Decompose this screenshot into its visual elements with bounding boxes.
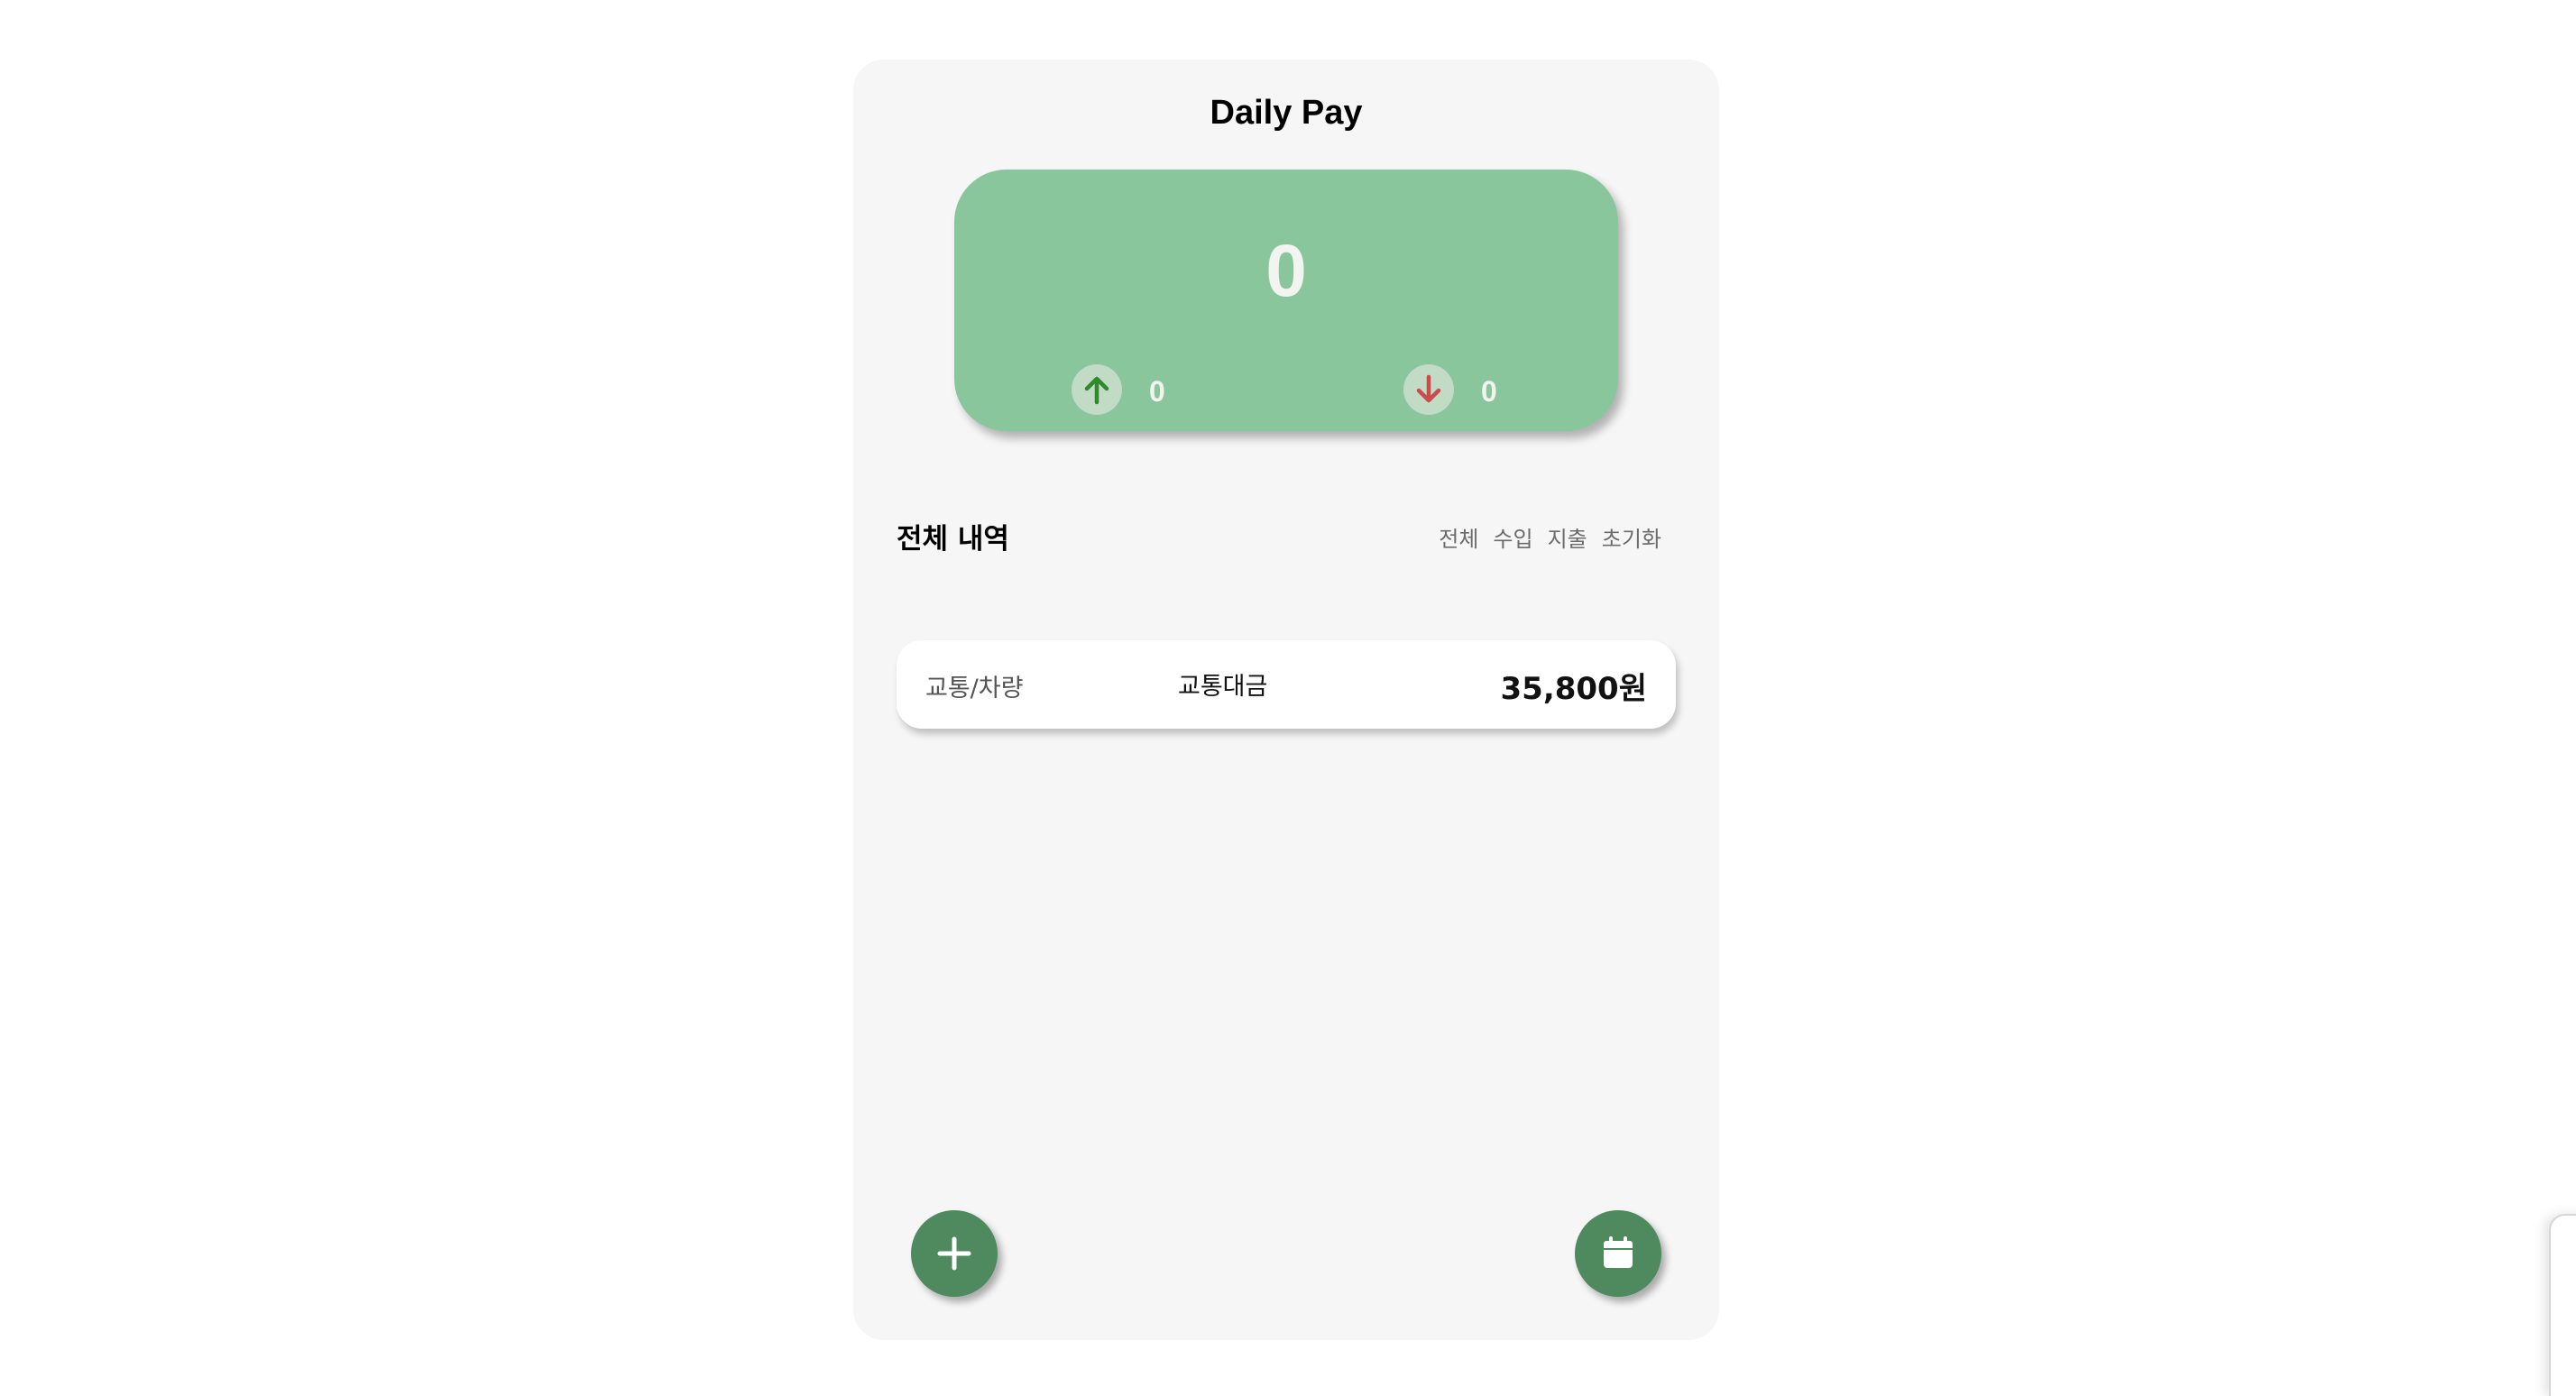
calendar-button[interactable]: [1575, 1210, 1661, 1297]
edge-panel: [2549, 1214, 2576, 1396]
add-transaction-button[interactable]: [911, 1210, 998, 1297]
transaction-amount: 35,800원: [1500, 671, 1647, 707]
page-title: Daily Pay: [1210, 94, 1363, 132]
transaction-row[interactable]: 교통/차량 교통대금 35,800원: [897, 640, 1676, 729]
filter-expense[interactable]: 지출: [1548, 521, 1587, 553]
filter-bar: 전체 수입 지출 초기화: [1439, 521, 1661, 553]
arrow-up-icon: [1072, 364, 1122, 415]
filter-reset[interactable]: 초기화: [1602, 521, 1661, 553]
balance-total: 0: [1265, 230, 1307, 312]
arrow-down-icon: [1403, 364, 1454, 415]
plus-icon: [937, 1236, 971, 1271]
filter-income[interactable]: 수입: [1493, 521, 1532, 553]
transaction-category: 교통/차량: [925, 675, 1024, 703]
calendar-icon: [1604, 1236, 1633, 1268]
app-container: Daily Pay 0 0 0 전체 내역 전체 수입 지출 초기화 교통/차량…: [853, 60, 1719, 1340]
income-amount: 0: [1149, 375, 1165, 408]
history-title: 전체 내역: [897, 523, 1009, 556]
filter-all[interactable]: 전체: [1439, 521, 1478, 553]
expense-amount: 0: [1481, 375, 1497, 408]
transaction-memo: 교통대금: [1178, 673, 1268, 701]
balance-card: 0 0 0: [954, 170, 1618, 431]
